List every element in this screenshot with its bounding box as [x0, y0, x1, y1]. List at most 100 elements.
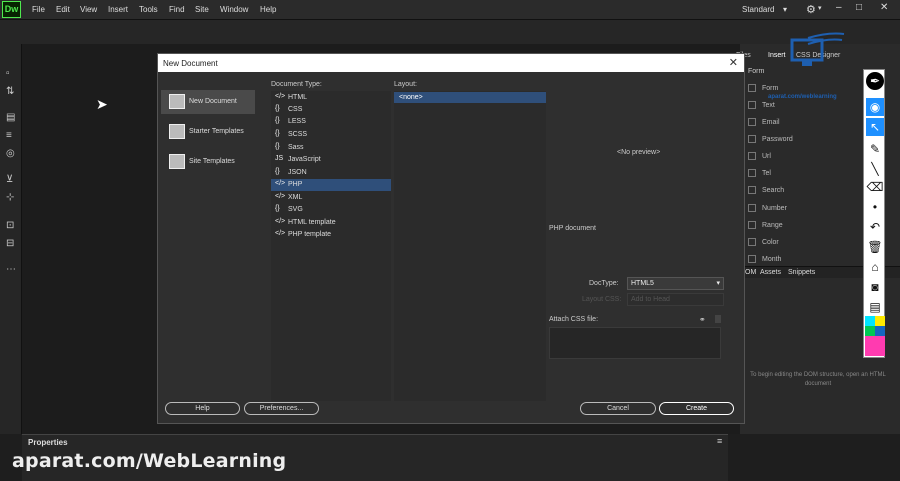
maximize-button[interactable]: □ — [856, 2, 862, 13]
comment-icon[interactable]: ⊹ — [6, 192, 14, 203]
more-icon[interactable]: ⋯ — [6, 264, 16, 275]
layout-css-label: Layout CSS: — [582, 296, 622, 303]
tag-icon: </> — [275, 180, 286, 187]
close-icon[interactable]: ✕ — [729, 56, 738, 69]
open-documents-icon[interactable]: ▫ — [6, 68, 10, 79]
category-site-templates[interactable]: Site Templates — [161, 150, 255, 174]
layout-item-none[interactable]: <none> — [394, 92, 546, 103]
category-label: Starter Templates — [189, 128, 244, 135]
chevron-down-icon[interactable]: ▾ — [783, 5, 787, 14]
doc-type-label: SVG — [288, 206, 303, 213]
indent-icon[interactable]: ⊡ — [6, 220, 14, 231]
menu-file[interactable]: File — [32, 5, 45, 14]
insert-item-number[interactable]: Number — [748, 204, 787, 212]
color-swatch-green[interactable] — [865, 326, 875, 336]
eye-icon[interactable]: ◉ — [866, 98, 884, 116]
insert-category-select[interactable]: Form — [748, 68, 764, 75]
panel-menu-icon[interactable]: ≡ — [717, 436, 722, 446]
doc-type-php-template[interactable]: </> PHP template — [271, 229, 391, 241]
preview-placeholder: <No preview> — [617, 149, 661, 156]
menu-site[interactable]: Site — [195, 5, 209, 14]
gear-icon[interactable]: ⚙ — [806, 3, 816, 16]
insert-item-email[interactable]: Email — [748, 118, 780, 126]
document-icon — [169, 94, 185, 109]
pencil-icon[interactable]: ✎ — [866, 140, 884, 158]
insert-item-color[interactable]: Color — [748, 238, 779, 246]
link-icon[interactable]: ⚭ — [699, 315, 706, 324]
eraser-icon[interactable]: ⌫ — [866, 178, 884, 196]
cursor-icon[interactable]: ↖ — [866, 118, 884, 136]
menu-view[interactable]: View — [80, 5, 97, 14]
dot-icon[interactable]: • — [866, 198, 884, 216]
format-source-icon[interactable]: ≡ — [6, 130, 12, 141]
tag-icon: </> — [275, 93, 286, 100]
document-description: PHP document — [549, 225, 596, 232]
attach-css-label: Attach CSS file: — [549, 316, 599, 323]
menu-tools[interactable]: Tools — [139, 5, 158, 14]
doc-type-html-template[interactable]: </> HTML template — [271, 217, 391, 229]
outdent-icon[interactable]: ⊟ — [6, 238, 14, 249]
menu-find[interactable]: Find — [169, 5, 185, 14]
braces-icon: {} — [275, 130, 280, 137]
preferences-button[interactable]: Preferences... — [244, 402, 319, 415]
category-starter-templates[interactable]: Starter Templates — [161, 120, 255, 144]
search-icon — [748, 186, 756, 194]
doc-type-svg[interactable]: {} SVG — [271, 204, 391, 216]
insert-item-month[interactable]: Month — [748, 255, 781, 263]
doc-type-html[interactable]: </> HTML — [271, 92, 391, 104]
wrap-tag-icon[interactable]: ⊻ — [6, 174, 13, 185]
month-icon — [748, 255, 756, 263]
insert-item-password[interactable]: Password — [748, 135, 793, 143]
doc-type-javascript[interactable]: JS JavaScript — [271, 154, 391, 166]
color-swatch-yellow[interactable] — [875, 316, 885, 326]
doctype-select[interactable]: HTML5 ▾ — [627, 277, 724, 290]
color-swatch-cyan[interactable] — [865, 316, 875, 326]
file-management-icon[interactable]: ⇅ — [6, 86, 14, 97]
tab-snippets[interactable]: Snippets — [788, 269, 815, 276]
doc-type-css[interactable]: {} CSS — [271, 104, 391, 116]
line-icon[interactable]: ╲ — [866, 160, 884, 178]
insert-item-tel[interactable]: Tel — [748, 169, 771, 177]
doc-type-php[interactable]: </> PHP — [271, 179, 391, 191]
close-window-button[interactable]: ✕ — [880, 2, 888, 13]
insert-item-search[interactable]: Search — [748, 186, 784, 194]
insert-item-label: Form — [762, 84, 779, 92]
color-swatch-pink[interactable] — [865, 336, 885, 356]
doc-type-json[interactable]: {} JSON — [271, 167, 391, 179]
workspace-switcher[interactable]: Standard — [742, 5, 774, 14]
trash-icon[interactable]: 🗑 — [866, 238, 884, 256]
menu-edit[interactable]: Edit — [56, 5, 70, 14]
code-icon[interactable]: ▤ — [6, 112, 15, 123]
menu-window[interactable]: Window — [220, 5, 248, 14]
insert-item-range[interactable]: Range — [748, 221, 783, 229]
board-icon[interactable]: ⌂ — [866, 258, 884, 276]
clipboard-icon[interactable]: ▤ — [866, 298, 884, 316]
pen-tip-icon[interactable]: ✒ — [866, 72, 884, 90]
insert-item-url[interactable]: Url — [748, 152, 771, 160]
category-new-document[interactable]: New Document — [161, 90, 255, 114]
range-icon — [748, 221, 756, 229]
layout-css-value: Add to Head — [631, 296, 670, 303]
insert-item-form[interactable]: Form — [748, 84, 778, 92]
menu-insert[interactable]: Insert — [108, 5, 128, 14]
live-view-icon[interactable]: ◎ — [6, 148, 15, 159]
help-button[interactable]: Help — [165, 402, 240, 415]
doc-type-scss[interactable]: {} SCSS — [271, 129, 391, 141]
color-swatch-blue[interactable] — [875, 326, 885, 336]
doc-type-xml[interactable]: </> XML — [271, 192, 391, 204]
doc-type-less[interactable]: {} LESS — [271, 116, 391, 128]
doc-type-sass[interactable]: {} Sass — [271, 142, 391, 154]
chevron-down-icon[interactable]: ▾ — [818, 4, 822, 12]
insert-item-label: Number — [762, 204, 787, 212]
camera-icon[interactable]: ◙ — [866, 278, 884, 296]
delete-icon[interactable] — [715, 315, 721, 323]
dom-empty-message: To begin editing the DOM structure, open… — [750, 372, 886, 387]
undo-icon[interactable]: ↶ — [866, 218, 884, 236]
tab-assets[interactable]: Assets — [760, 269, 781, 276]
insert-item-text[interactable]: Text — [748, 101, 775, 109]
create-button[interactable]: Create — [659, 402, 734, 415]
cancel-button[interactable]: Cancel — [580, 402, 656, 415]
menu-help[interactable]: Help — [260, 5, 276, 14]
doc-type-label: SCSS — [288, 131, 308, 138]
minimize-button[interactable]: – — [836, 2, 842, 13]
